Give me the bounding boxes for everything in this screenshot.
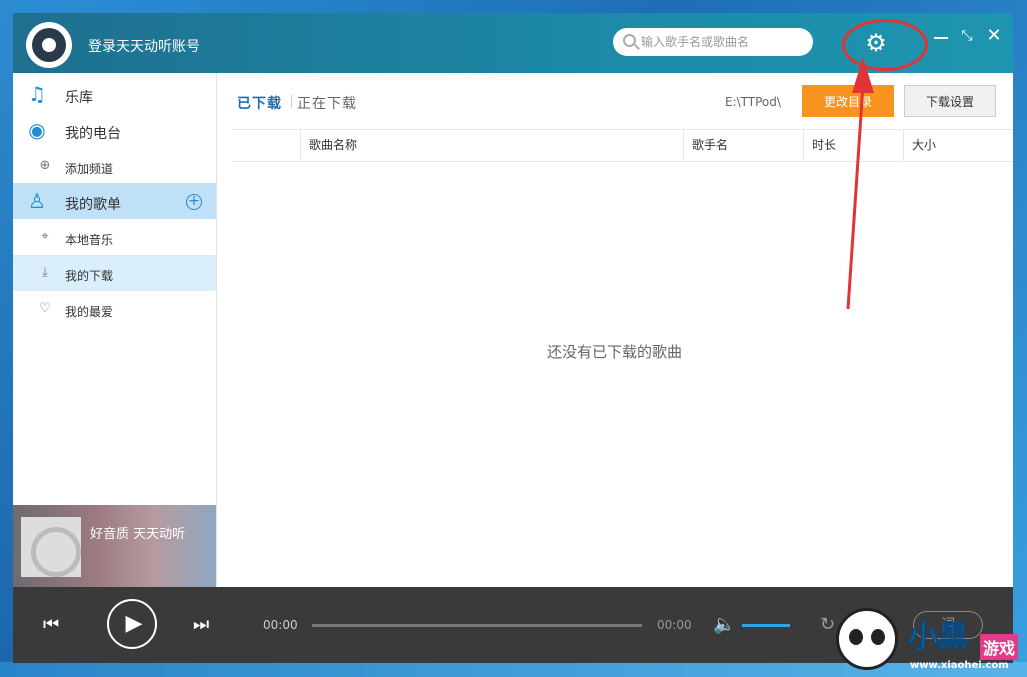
close-icon[interactable]: ✕ — [985, 27, 1003, 45]
next-track-icon[interactable]: ⏭ — [193, 614, 215, 636]
sidebar-item-label: 我的最爱 — [65, 305, 114, 319]
watermark-brand: 小黑 — [908, 620, 969, 656]
ttpod-window: 登录天天动听账号 ⚙ ⤡ ✕ ♫ 乐库 ◉ 我的电台 ⊕ 添加频道 ♙ 我的歌单… — [13, 13, 1013, 663]
search-box[interactable] — [613, 28, 813, 56]
minimize-icon[interactable] — [934, 31, 948, 45]
sidebar: ♫ 乐库 ◉ 我的电台 ⊕ 添加频道 ♙ 我的歌单 + ⌖ 本地音乐 ⤓ 我的下… — [13, 73, 217, 587]
watermark-logo: 小黑 游戏 www.xiaohei.com — [830, 600, 1027, 677]
column-header-size[interactable]: 大小 — [903, 130, 1013, 161]
volume-slider[interactable] — [742, 624, 790, 627]
panda-logo-icon — [836, 608, 898, 670]
title-bar[interactable]: 登录天天动听账号 ⚙ ⤡ ✕ — [13, 13, 1013, 73]
sidebar-item-label: 我的电台 — [65, 126, 121, 142]
radio-icon: ◉ — [28, 118, 46, 142]
sidebar-item-my-playlists[interactable]: ♙ 我的歌单 + — [13, 183, 216, 219]
sidebar-item-label: 我的下载 — [65, 269, 114, 283]
sidebar-item-my-favorites[interactable]: ♡ 我的最爱 — [13, 291, 216, 327]
column-header-duration[interactable]: 时长 — [803, 130, 903, 161]
search-input[interactable] — [641, 32, 806, 52]
sidebar-item-label: 我的歌单 — [65, 197, 121, 213]
mini-mode-icon[interactable]: ⤡ — [959, 28, 975, 44]
table-header: 歌曲名称 歌手名 时长 大小 — [232, 129, 1013, 162]
sidebar-item-library[interactable]: ♫ 乐库 — [13, 76, 216, 112]
progress-bar[interactable] — [312, 624, 642, 627]
current-time: 00:00 — [263, 618, 298, 632]
sidebar-item-add-channel[interactable]: ⊕ 添加频道 — [13, 148, 216, 184]
empty-state-message: 还没有已下载的歌曲 — [547, 343, 683, 361]
heart-icon: ♡ — [39, 301, 51, 316]
tab-divider — [291, 95, 292, 108]
sidebar-item-radio[interactable]: ◉ 我的电台 — [13, 112, 216, 148]
column-header-blank — [232, 130, 300, 161]
watermark-site: www.xiaohei.com — [910, 660, 1009, 671]
music-note-icon: ♫ — [28, 82, 46, 106]
download-icon: ⤓ — [42, 265, 48, 280]
search-icon — [623, 34, 636, 47]
tab-downloaded[interactable]: 已下载 — [237, 93, 282, 113]
column-header-song[interactable]: 歌曲名称 — [300, 130, 683, 161]
user-icon: ♙ — [28, 189, 46, 213]
sidebar-item-my-downloads[interactable]: ⤓ 我的下载 — [13, 255, 216, 291]
watermark-brand-sub: 游戏 — [980, 634, 1019, 660]
promo-text: 好音质 天天动听 — [90, 527, 186, 542]
downloads-panel: 已下载 正在下载 E:\TTPod\ 更改目录 下载设置 歌曲名称 歌手名 时长… — [218, 73, 1013, 587]
gear-icon[interactable]: ⚙ — [863, 30, 889, 56]
total-time: 00:00 — [657, 618, 692, 632]
play-button[interactable]: ▶ — [107, 599, 157, 649]
sidebar-item-label: 本地音乐 — [65, 233, 114, 247]
previous-track-icon[interactable]: ⏮ — [43, 614, 65, 636]
add-channel-icon: ⊕ — [39, 158, 51, 173]
login-link[interactable]: 登录天天动听账号 — [88, 36, 200, 56]
change-directory-button[interactable]: 更改目录 — [802, 85, 894, 117]
download-path: E:\TTPod\ — [725, 95, 781, 109]
album-disc-icon — [21, 517, 81, 577]
sidebar-item-label: 乐库 — [65, 90, 93, 106]
sidebar-item-label: 添加频道 — [65, 162, 114, 176]
volume-icon[interactable]: 🔈 — [713, 614, 737, 636]
location-pin-icon: ⌖ — [41, 229, 49, 244]
desktop-background-left — [0, 0, 13, 677]
column-header-artist[interactable]: 歌手名 — [683, 130, 803, 161]
sidebar-item-local-music[interactable]: ⌖ 本地音乐 — [13, 219, 216, 255]
app-logo[interactable] — [26, 22, 72, 68]
add-playlist-icon[interactable]: + — [186, 194, 202, 210]
tab-downloading[interactable]: 正在下载 — [297, 93, 357, 113]
download-settings-button[interactable]: 下载设置 — [904, 85, 996, 117]
now-playing-cover[interactable]: 好音质 天天动听 — [13, 505, 216, 587]
